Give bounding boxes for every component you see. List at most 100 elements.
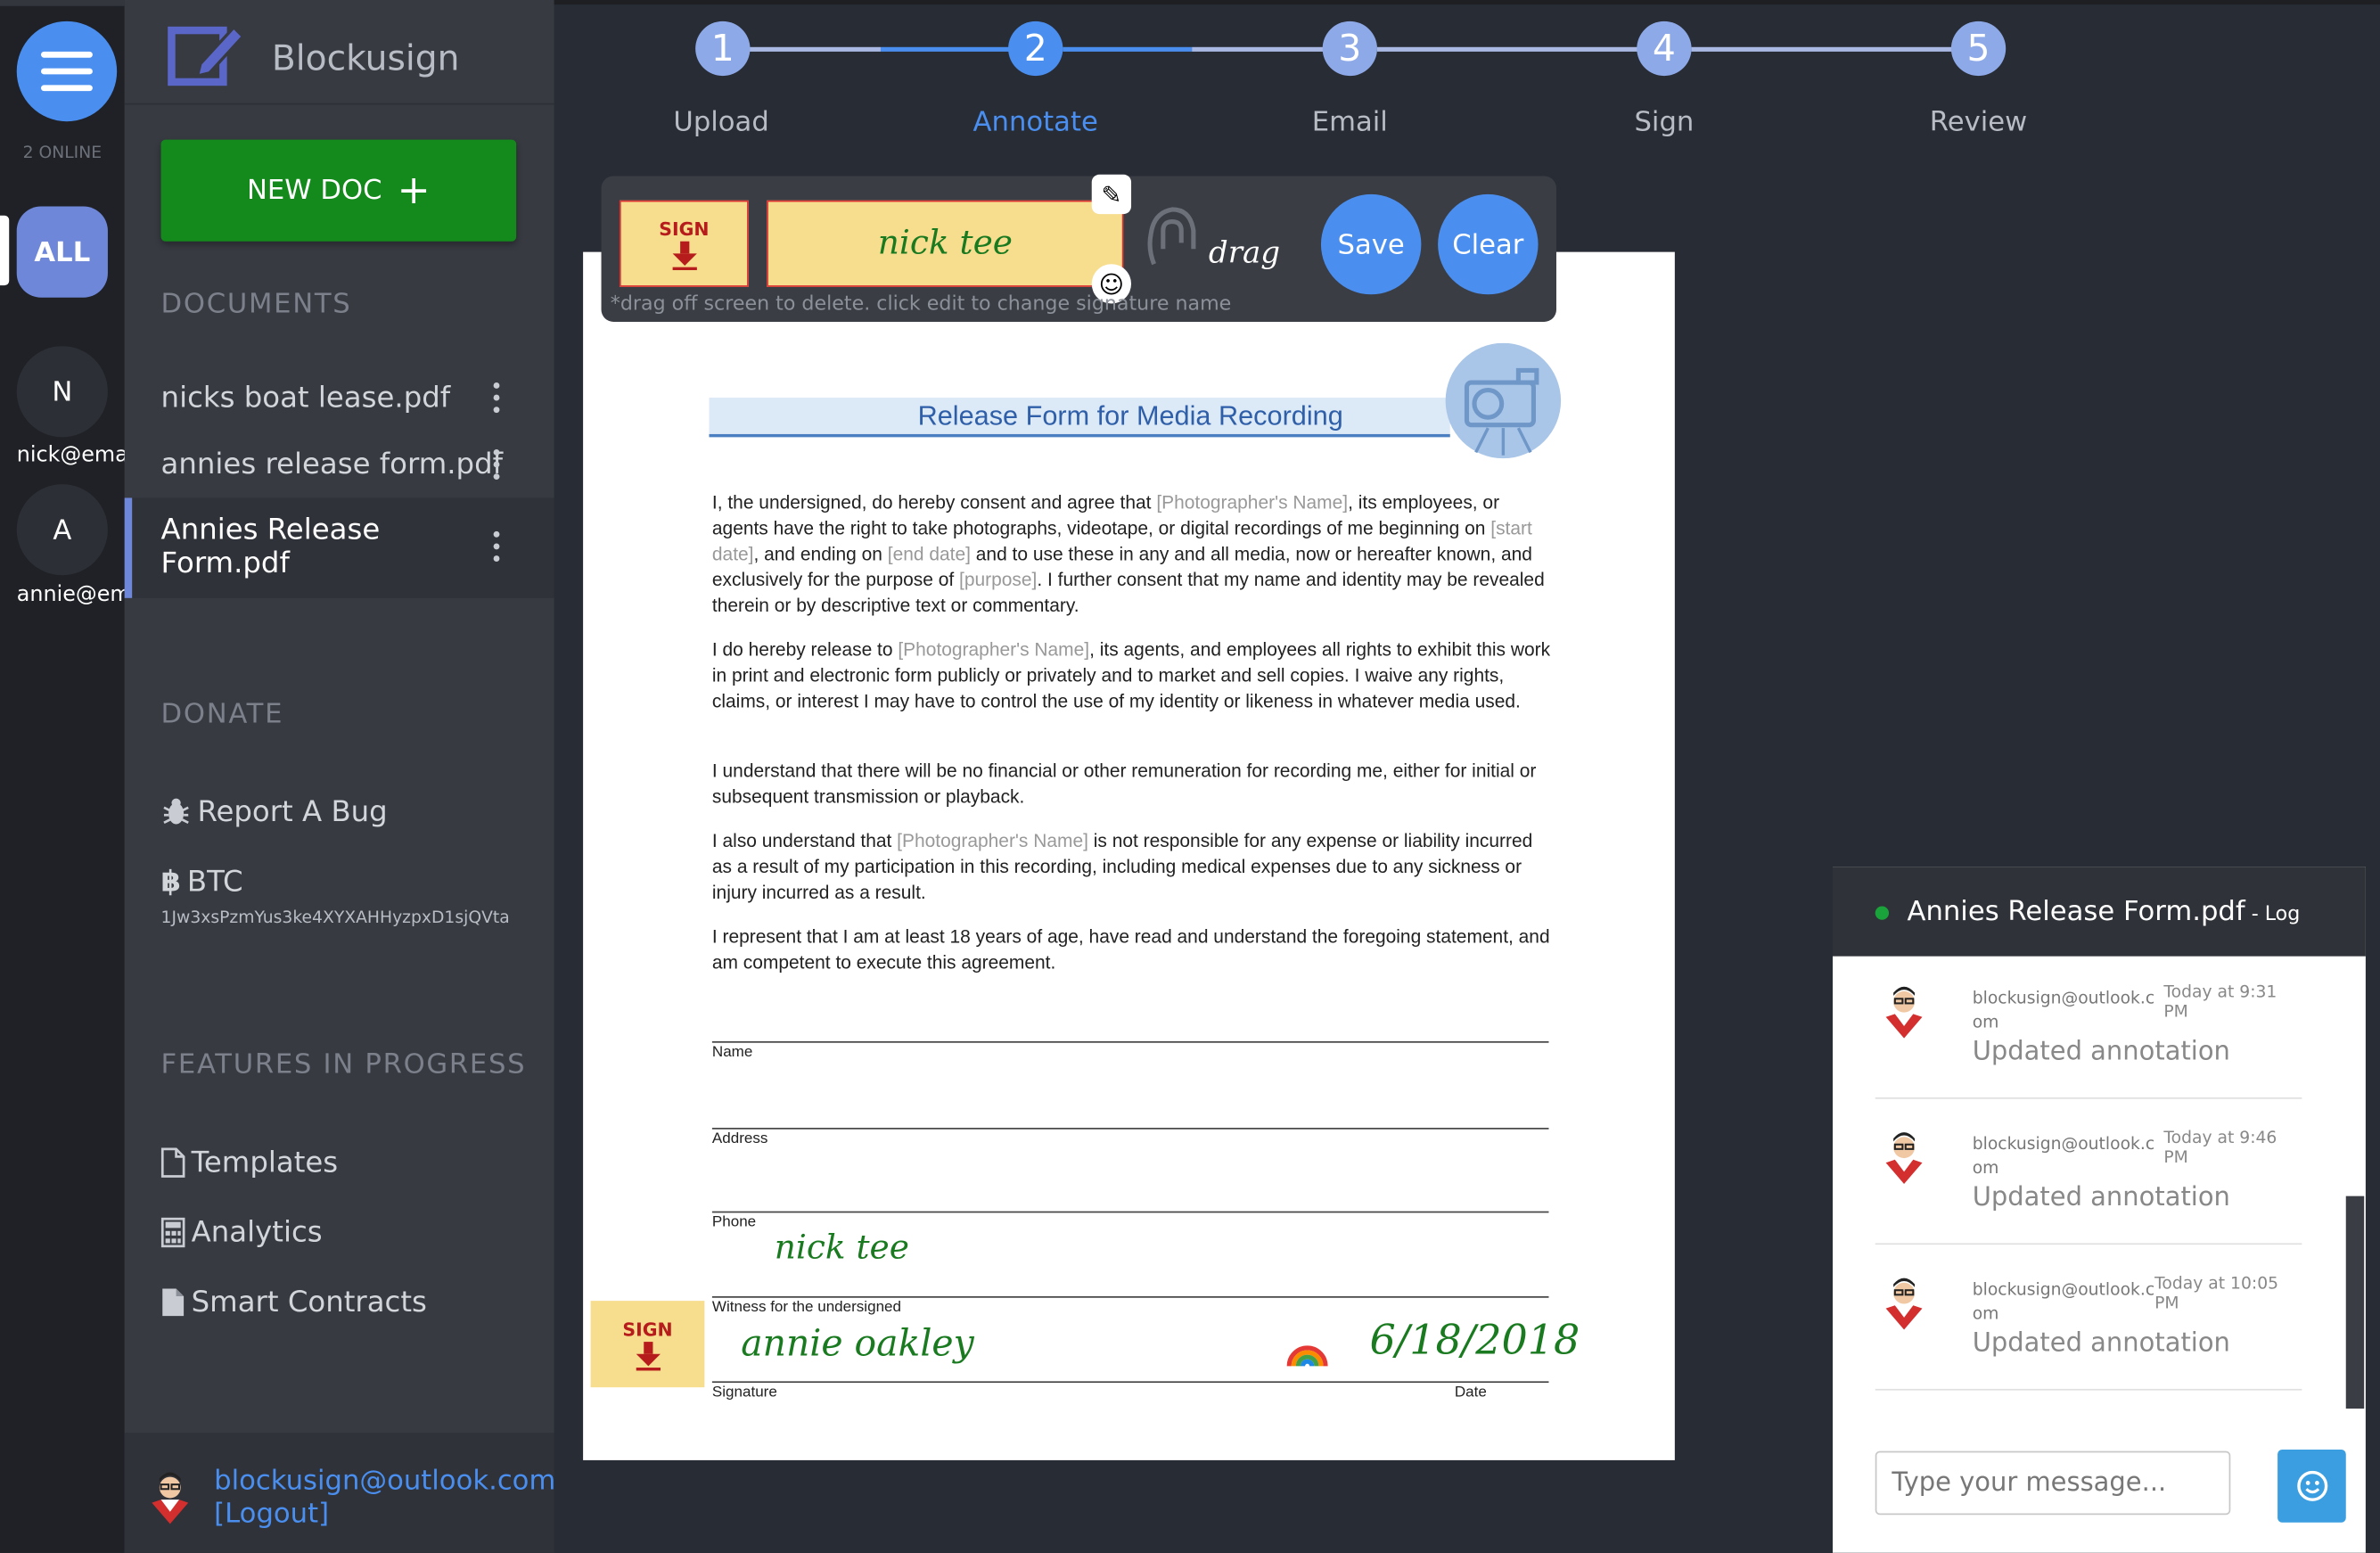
step-label-annotate[interactable]: Annotate: [945, 106, 1127, 138]
file-icon: [160, 1147, 185, 1178]
step-email[interactable]: 3: [1322, 21, 1377, 77]
log-entry-time: Today at 9:46 PM: [2163, 1128, 2277, 1168]
bug-icon: [163, 798, 189, 825]
step-label-email[interactable]: Email: [1259, 106, 1440, 138]
user-avatar-nick[interactable]: N: [16, 346, 108, 438]
log-entry: blockusign@outlook.com Today at 9:31 PM …: [1875, 972, 2302, 1099]
camera-icon: [1445, 342, 1562, 459]
sign-field[interactable]: SIGN: [590, 1301, 705, 1388]
signature-label: Signature: [711, 1384, 777, 1401]
btc-address: 1Jw3xsPzmYus3ke4XYXAHHyzpxD1sjQVta: [160, 908, 510, 928]
divider: [1875, 1388, 2302, 1391]
btc-label: BTC: [186, 865, 243, 899]
witness-signature[interactable]: nick tee: [775, 1229, 909, 1268]
date-label: Date: [1454, 1384, 1487, 1401]
log-entry-text: Updated annotation: [1972, 1182, 2230, 1213]
sign-field-tool[interactable]: SIGN: [619, 200, 749, 287]
paragraph-liability: I also understand that [Photographer's N…: [711, 830, 1533, 904]
file-filled-icon: [162, 1288, 185, 1317]
witness-label: Witness for the undersigned: [711, 1299, 901, 1317]
step-label-review[interactable]: Review: [1887, 106, 2069, 138]
phone-line: [711, 1211, 1549, 1213]
emoji-send-button[interactable]: [2277, 1449, 2346, 1523]
paragraph-release: I do hereby release to [Photographer's N…: [711, 638, 1551, 712]
log-entry-time: Today at 10:05 PM: [2154, 1273, 2279, 1313]
menu-icon-line: [40, 68, 93, 75]
drag-hand-icon: [1147, 207, 1196, 266]
footer-email[interactable]: blockusign@outlook.com: [214, 1465, 555, 1498]
analytics-label: Analytics: [191, 1215, 323, 1250]
document-item[interactable]: nicks boat lease.pdf: [161, 381, 451, 414]
message-input[interactable]: Type your message...: [1875, 1450, 2231, 1516]
report-bug-label: Report A Bug: [197, 795, 388, 829]
user-email-nick: nick@email.com: [16, 443, 142, 468]
divider: [124, 103, 554, 105]
step-label-upload[interactable]: Upload: [630, 106, 812, 138]
sign-tool-label: SIGN: [659, 218, 710, 240]
step-sign[interactable]: 4: [1637, 21, 1692, 77]
step-connector: [1691, 46, 1953, 52]
step-connector: [1063, 46, 1193, 52]
step-annotate[interactable]: 2: [1008, 21, 1063, 77]
more-options-icon[interactable]: [493, 448, 500, 481]
edit-pencil-icon[interactable]: ✎: [1091, 174, 1132, 215]
log-entry-email: blockusign@outlook.com: [1972, 988, 2155, 1032]
arrow-down-icon: [635, 1341, 661, 1370]
log-entry-time: Today at 9:31 PM: [2163, 982, 2277, 1022]
paragraph-remuneration: I understand that there will be no finan…: [711, 760, 1537, 808]
signer-signature[interactable]: annie oakley: [741, 1322, 973, 1365]
step-label-sign[interactable]: Sign: [1573, 106, 1755, 138]
logout-link[interactable]: [Logout]: [214, 1498, 329, 1531]
new-doc-label: NEW DOC: [246, 174, 382, 207]
all-users-button[interactable]: ALL: [16, 206, 108, 298]
top-border: [554, 0, 2380, 5]
plus-icon: +: [397, 168, 431, 214]
menu-icon-line: [40, 85, 93, 92]
templates-link[interactable]: Templates: [160, 1146, 339, 1179]
user-avatar-annie[interactable]: A: [16, 484, 108, 576]
app-name: Blockusign: [271, 39, 460, 79]
btc-link[interactable]: ฿ BTC: [161, 865, 243, 898]
rainbow-icon: [1286, 1345, 1328, 1367]
paragraph-age: I represent that I am at least 18 years …: [711, 925, 1550, 974]
document-item[interactable]: annies release form.pdf: [161, 448, 503, 481]
user-avatar-icon: [1885, 1278, 1923, 1330]
online-status-dot: [1875, 906, 1890, 920]
name-label: Name: [711, 1044, 753, 1062]
report-bug-link[interactable]: Report A Bug: [161, 795, 388, 829]
signature-name: nick tee: [877, 224, 1013, 263]
name-line: [711, 1040, 1549, 1043]
active-indicator: [0, 215, 10, 286]
save-button[interactable]: Save: [1320, 193, 1422, 295]
more-options-icon[interactable]: [493, 530, 500, 562]
bitcoin-icon: ฿: [160, 865, 182, 899]
signature-tool[interactable]: nick tee: [767, 200, 1124, 287]
hamburger-menu-button[interactable]: [16, 21, 118, 122]
step-upload[interactable]: 1: [695, 21, 751, 77]
sign-date[interactable]: 6/18/2018: [1369, 1318, 1580, 1365]
log-scrollbar[interactable]: [2345, 1196, 2365, 1409]
analytics-link[interactable]: Analytics: [160, 1215, 323, 1250]
new-doc-button[interactable]: NEW DOC +: [160, 139, 517, 242]
smart-contracts-link[interactable]: Smart Contracts: [161, 1286, 427, 1319]
templates-label: Templates: [191, 1146, 339, 1179]
clear-button[interactable]: Clear: [1438, 193, 1539, 295]
toolbar-hint: *drag off screen to delete. click edit t…: [610, 292, 1232, 316]
drag-label: drag: [1208, 234, 1281, 271]
log-entry-email: blockusign@outlook.com: [1972, 1279, 2155, 1324]
log-entry-email: blockusign@outlook.com: [1972, 1133, 2155, 1179]
online-count: 2 ONLINE: [22, 143, 103, 163]
calculator-icon: [160, 1217, 185, 1248]
address-label: Address: [711, 1130, 768, 1148]
log-title: Annies Release Form.pdf - Log: [1907, 895, 2301, 928]
smiley-icon: [2296, 1470, 2327, 1501]
step-review[interactable]: 5: [1950, 21, 2007, 77]
more-options-icon[interactable]: [493, 382, 500, 414]
signature-line: [711, 1381, 1549, 1384]
user-avatar-icon: [152, 1472, 189, 1524]
phone-label: Phone: [711, 1214, 757, 1231]
step-connector: [880, 46, 1010, 52]
user-avatar-icon: [1885, 986, 1923, 1039]
features-heading: FEATURES IN PROGRESS: [160, 1048, 527, 1081]
donate-heading[interactable]: DONATE: [161, 698, 284, 730]
